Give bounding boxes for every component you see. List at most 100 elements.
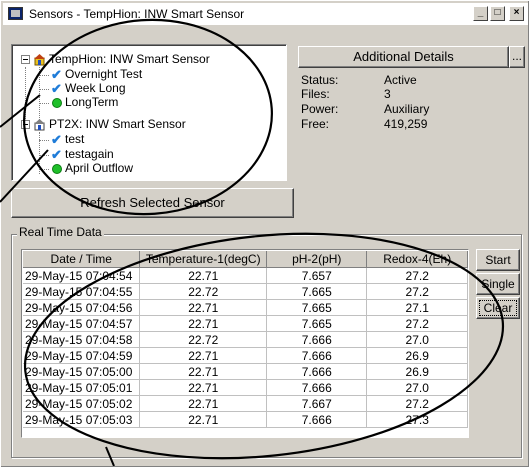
collapse-toggle[interactable]: [21, 120, 30, 129]
realtime-data-table[interactable]: Date / Time Temperature-1(degC) pH-2(pH)…: [21, 249, 469, 438]
tree-item-week-long[interactable]: Week Long: [65, 81, 126, 96]
column-header-ph[interactable]: pH-2(pH): [266, 251, 368, 268]
tree-connector: [25, 67, 26, 125]
cell-redox: 27.0: [366, 331, 468, 348]
cell-temperature: 22.72: [139, 283, 268, 300]
check-icon: ✔: [51, 67, 62, 82]
cell-redox: 27.1: [366, 299, 468, 316]
cell-temperature: 22.71: [139, 363, 268, 380]
free-value: 419,259: [384, 117, 428, 131]
cell-datetime: 29-May-15 07:04:58: [23, 331, 141, 348]
minimize-button[interactable]: _: [473, 6, 488, 21]
cell-datetime: 29-May-15 07:04:56: [23, 299, 141, 316]
cell-ph: 7.665: [266, 283, 368, 300]
cell-ph: 7.665: [266, 315, 368, 332]
more-options-button[interactable]: ...: [509, 46, 525, 68]
check-icon: ✔: [51, 147, 62, 162]
tree-connector: [39, 75, 49, 76]
table-row[interactable]: 29-May-15 07:04:58 22.72 7.666 27.0: [23, 331, 468, 348]
tree-connector: [39, 155, 49, 156]
cell-ph: 7.666: [266, 411, 368, 428]
cell-redox: 26.9: [366, 363, 468, 380]
cell-temperature: 22.71: [139, 411, 268, 428]
cell-datetime: 29-May-15 07:05:01: [23, 379, 141, 396]
tree-item-overnight-test[interactable]: Overnight Test: [65, 67, 142, 82]
additional-details-button[interactable]: Additional Details: [298, 46, 509, 68]
cell-ph: 7.666: [266, 379, 368, 396]
clear-button[interactable]: Clear: [476, 297, 520, 319]
table-row[interactable]: 29-May-15 07:05:02 22.71 7.667 27.2: [23, 395, 468, 412]
app-icon: [8, 7, 23, 20]
cell-temperature: 22.71: [139, 267, 268, 284]
files-value: 3: [384, 87, 391, 101]
cell-temperature: 22.71: [139, 395, 268, 412]
table-row[interactable]: 29-May-15 07:05:00 22.71 7.666 26.9: [23, 363, 468, 380]
tree-connector: [39, 103, 49, 104]
cell-temperature: 22.71: [139, 379, 268, 396]
cell-datetime: 29-May-15 07:04:59: [23, 347, 141, 364]
tree-item-longterm[interactable]: LongTerm: [65, 95, 118, 110]
cell-ph: 7.657: [266, 267, 368, 284]
table-row[interactable]: 29-May-15 07:05:03 22.71 7.666 27.3: [23, 411, 468, 428]
cell-temperature: 22.72: [139, 331, 268, 348]
cell-redox: 27.3: [366, 411, 468, 428]
column-header-temperature[interactable]: Temperature-1(degC): [139, 251, 268, 268]
cell-temperature: 22.71: [139, 347, 268, 364]
tree-item-testagain[interactable]: testagain: [65, 147, 114, 162]
cell-temperature: 22.71: [139, 299, 268, 316]
table-row[interactable]: 29-May-15 07:04:54 22.71 7.657 27.2: [23, 267, 468, 284]
close-button[interactable]: ×: [509, 6, 524, 21]
cell-ph: 7.666: [266, 331, 368, 348]
sensors-window: Sensors - TempHion: INW Smart Sensor _ □…: [0, 0, 529, 467]
cell-ph: 7.666: [266, 347, 368, 364]
table-row[interactable]: 29-May-15 07:04:57 22.71 7.665 27.2: [23, 315, 468, 332]
cell-datetime: 29-May-15 07:05:00: [23, 363, 141, 380]
cell-redox: 27.2: [366, 395, 468, 412]
cell-ph: 7.666: [266, 363, 368, 380]
table-row[interactable]: 29-May-15 07:04:59 22.71 7.666 26.9: [23, 347, 468, 364]
green-dot-icon: [52, 164, 62, 174]
cell-datetime: 29-May-15 07:04:54: [23, 267, 141, 284]
table-row[interactable]: 29-May-15 07:04:56 22.71 7.665 27.1: [23, 299, 468, 316]
cell-redox: 27.2: [366, 267, 468, 284]
check-icon: ✔: [51, 81, 62, 96]
tree-connector: [39, 140, 49, 141]
cell-datetime: 29-May-15 07:05:02: [23, 395, 141, 412]
title-bar: Sensors - TempHion: INW Smart Sensor _ □…: [3, 3, 528, 25]
column-header-redox[interactable]: Redox-4(Eh): [366, 251, 468, 268]
start-button[interactable]: Start: [476, 249, 520, 271]
sensor-icon: [34, 119, 45, 131]
cell-redox: 27.2: [366, 283, 468, 300]
tree-item-test[interactable]: test: [65, 132, 84, 147]
status-label: Status:: [301, 73, 339, 87]
single-button[interactable]: Single: [476, 273, 520, 295]
cell-temperature: 22.71: [139, 315, 268, 332]
window-title: Sensors - TempHion: INW Smart Sensor: [29, 7, 245, 21]
maximize-button[interactable]: □: [490, 6, 505, 21]
refresh-sensor-button[interactable]: Refresh Selected Sensor: [11, 188, 294, 218]
collapse-toggle[interactable]: [21, 55, 30, 64]
check-icon: ✔: [51, 132, 62, 147]
column-header-datetime[interactable]: Date / Time: [23, 251, 141, 268]
tree-item-april-outflow[interactable]: April Outflow: [65, 161, 133, 176]
tree-connector: [39, 169, 49, 170]
tree-connector: [39, 132, 40, 174]
tree-item-pt2x[interactable]: PT2X: INW Smart Sensor: [49, 117, 186, 132]
table-row[interactable]: 29-May-15 07:05:01 22.71 7.666 27.0: [23, 379, 468, 396]
cell-redox: 27.0: [366, 379, 468, 396]
power-label: Power:: [301, 102, 339, 116]
cell-ph: 7.667: [266, 395, 368, 412]
cell-datetime: 29-May-15 07:05:03: [23, 411, 141, 428]
cell-datetime: 29-May-15 07:04:55: [23, 283, 141, 300]
status-value: Active: [384, 73, 417, 87]
table-row[interactable]: 29-May-15 07:04:55 22.72 7.665 27.2: [23, 283, 468, 300]
files-label: Files:: [301, 87, 330, 101]
sensor-icon: [34, 54, 45, 66]
tree-item-temphion[interactable]: TempHion: INW Smart Sensor: [49, 52, 210, 67]
tree-connector: [39, 89, 49, 90]
cell-ph: 7.665: [266, 299, 368, 316]
realtime-group-title: Real Time Data: [17, 225, 104, 239]
sensor-tree[interactable]: TempHion: INW Smart Sensor ✔ Overnight T…: [11, 44, 287, 181]
power-value: Auxiliary: [384, 102, 430, 116]
table-header-row: Date / Time Temperature-1(degC) pH-2(pH)…: [23, 251, 468, 268]
